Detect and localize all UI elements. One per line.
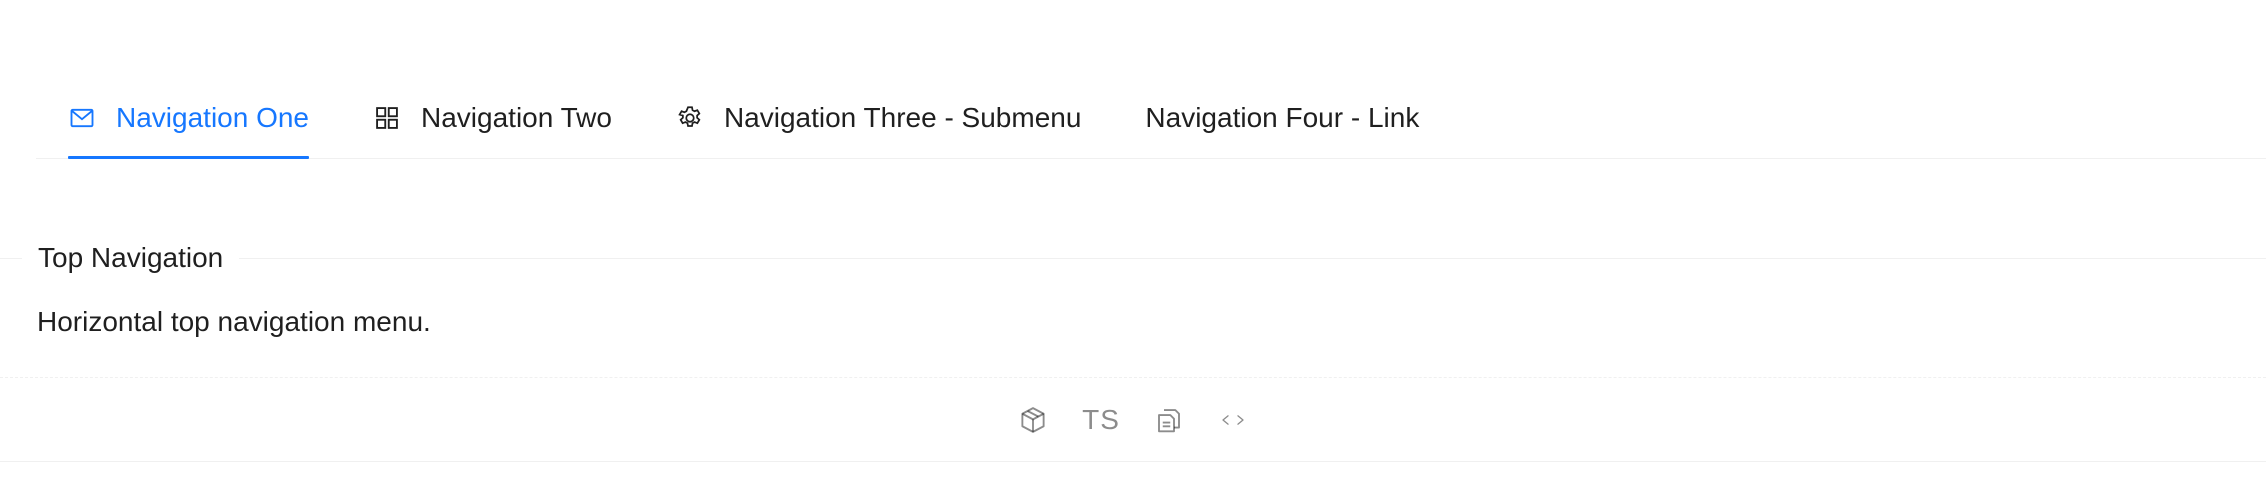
demo-actions-bar: TS — [0, 377, 2266, 462]
menu-item-navigation-one[interactable]: Navigation One — [36, 78, 341, 159]
demo-description: Horizontal top navigation menu. — [37, 306, 431, 337]
menu-item-label: Navigation Two — [421, 102, 612, 133]
code-expand-icon[interactable] — [1218, 405, 1248, 435]
copy-icon[interactable] — [1154, 405, 1184, 435]
appstore-icon — [373, 104, 401, 132]
mail-icon — [68, 104, 96, 132]
codesandbox-icon[interactable] — [1018, 405, 1048, 435]
menu-item-navigation-two[interactable]: Navigation Two — [341, 78, 644, 158]
demo-card: Navigation One Navigation Two Navigation… — [0, 0, 2266, 488]
ts-toggle[interactable]: TS — [1082, 404, 1120, 436]
top-navigation-menu: Navigation One Navigation Two Navigation… — [36, 78, 2266, 159]
demo-preview: Navigation One Navigation Two Navigation… — [0, 0, 2266, 258]
meta-divider — [0, 258, 2266, 259]
menu-item-label: Navigation Four - Link — [1145, 102, 1420, 133]
menu-item-navigation-three-submenu[interactable]: Navigation Three - Submenu — [644, 78, 1113, 158]
demo-meta: Top Navigation Horizontal top navigation… — [0, 240, 2266, 378]
setting-icon — [676, 104, 704, 132]
menu-item-label: Navigation Three - Submenu — [723, 102, 1082, 133]
menu-item-label: Navigation One — [116, 102, 310, 133]
menu-item-navigation-four-link[interactable]: Navigation Four - Link — [1113, 78, 1451, 158]
demo-title[interactable]: Top Navigation — [22, 240, 240, 276]
